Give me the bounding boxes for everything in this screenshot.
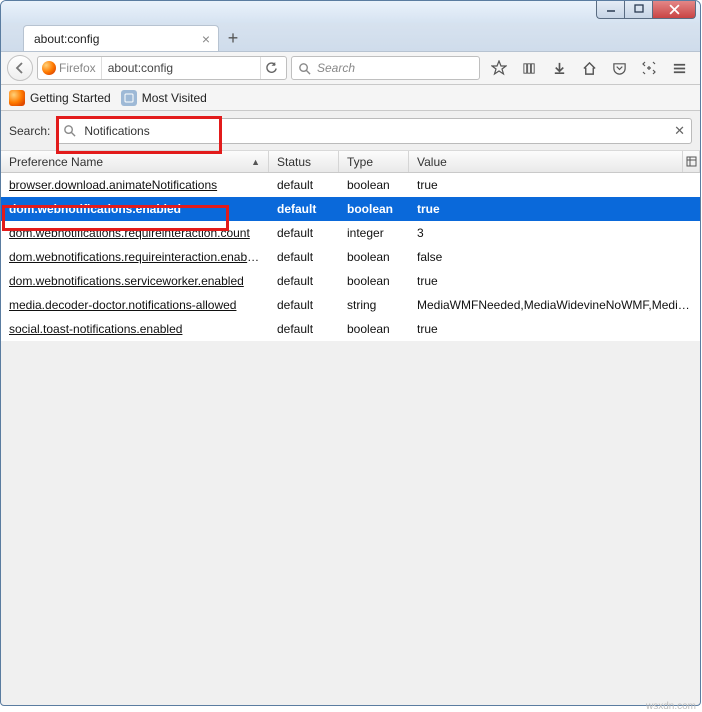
library-icon[interactable] [514,54,544,82]
column-header-value[interactable]: Value [409,151,700,172]
pref-row[interactable]: dom.webnotifications.enableddefaultboole… [1,197,700,221]
pref-name: media.decoder-doctor.notifications-allow… [1,298,269,312]
pref-status: default [269,226,339,240]
pref-name: dom.webnotifications.serviceworker.enabl… [1,274,269,288]
pref-value: 3 [409,226,700,240]
watermark: wsxdn.com [646,701,696,712]
url-bar[interactable]: Firefox about:config [37,56,287,80]
config-search-input[interactable] [82,123,668,139]
bookmark-most-visited[interactable]: Most Visited [121,90,207,106]
config-search-row: Search: ✕ [1,111,700,151]
reload-button[interactable] [260,57,282,79]
new-tab-button[interactable]: + [219,25,247,51]
pref-name: social.toast-notifications.enabled [1,322,269,336]
pref-status: default [269,298,339,312]
pref-status: default [269,274,339,288]
pref-status: default [269,250,339,264]
clear-search-icon[interactable]: ✕ [674,123,685,139]
pref-type: string [339,298,409,312]
pref-row[interactable]: media.decoder-doctor.notifications-allow… [1,293,700,317]
pocket-icon[interactable] [604,54,634,82]
pref-name: dom.webnotifications.requireinteraction.… [1,250,269,264]
pref-row[interactable]: browser.download.animateNotificationsdef… [1,173,700,197]
pref-value: MediaWMFNeeded,MediaWidevineNoWMF,Media.… [409,298,700,312]
pref-value: true [409,322,700,336]
nav-toolbar: Firefox about:config Search [1,51,700,85]
url-text: about:config [108,61,254,75]
nav-icon-group [484,54,694,82]
window-titlebar [1,1,700,23]
search-bar[interactable]: Search [291,56,480,80]
window-controls [596,0,696,19]
pref-type: boolean [339,250,409,264]
tab-title: about:config [34,32,196,46]
pref-value: false [409,250,700,264]
maximize-button[interactable] [624,0,652,19]
bookmark-label: Most Visited [142,91,207,105]
pref-type: boolean [339,178,409,192]
pref-type: integer [339,226,409,240]
develop-icon[interactable] [634,54,664,82]
tab-strip: about:config × + [1,23,700,51]
pref-row[interactable]: dom.webnotifications.serviceworker.enabl… [1,269,700,293]
bookmark-label: Getting Started [30,91,111,105]
column-header-status[interactable]: Status [269,151,339,172]
config-search-box[interactable]: ✕ [56,118,692,144]
feed-icon [121,90,137,106]
tab-about-config[interactable]: about:config × [23,25,219,51]
pref-name: dom.webnotifications.requireinteraction.… [1,226,269,240]
sort-asc-icon: ▲ [251,157,260,167]
bookmarks-toolbar: Getting Started Most Visited [1,85,700,111]
menu-icon[interactable] [664,54,694,82]
site-identity[interactable]: Firefox [42,57,102,79]
pref-value: true [409,274,700,288]
column-header-name[interactable]: Preference Name ▲ [1,151,269,172]
search-icon [63,124,76,137]
site-identity-label: Firefox [59,61,96,75]
pref-type: boolean [339,274,409,288]
firefox-icon [9,90,25,106]
pref-row[interactable]: social.toast-notifications.enableddefaul… [1,317,700,341]
pref-value: true [409,178,700,192]
bookmark-getting-started[interactable]: Getting Started [9,90,111,106]
pref-value: true [409,202,700,216]
pref-type: boolean [339,322,409,336]
pref-name: dom.webnotifications.enabled [1,202,269,216]
pref-table-header: Preference Name ▲ Status Type Value [1,151,700,173]
back-button[interactable] [7,55,33,81]
pref-status: default [269,202,339,216]
pref-name: browser.download.animateNotifications [1,178,269,192]
downloads-icon[interactable] [544,54,574,82]
config-search-label: Search: [9,124,50,138]
tab-close-icon[interactable]: × [202,32,210,46]
bookmark-star-icon[interactable] [484,54,514,82]
firefox-icon [42,61,56,75]
home-icon[interactable] [574,54,604,82]
search-icon [298,62,311,75]
pref-table-body: browser.download.animateNotificationsdef… [1,173,700,341]
browser-window: about:config × + Firefox about:config Se… [0,0,701,706]
column-header-type[interactable]: Type [339,151,409,172]
search-placeholder: Search [317,61,355,75]
close-button[interactable] [652,0,696,19]
pref-row[interactable]: dom.webnotifications.requireinteraction.… [1,221,700,245]
column-picker-icon[interactable] [682,151,700,172]
pref-type: boolean [339,202,409,216]
pref-status: default [269,322,339,336]
minimize-button[interactable] [596,0,624,19]
pref-row[interactable]: dom.webnotifications.requireinteraction.… [1,245,700,269]
pref-status: default [269,178,339,192]
